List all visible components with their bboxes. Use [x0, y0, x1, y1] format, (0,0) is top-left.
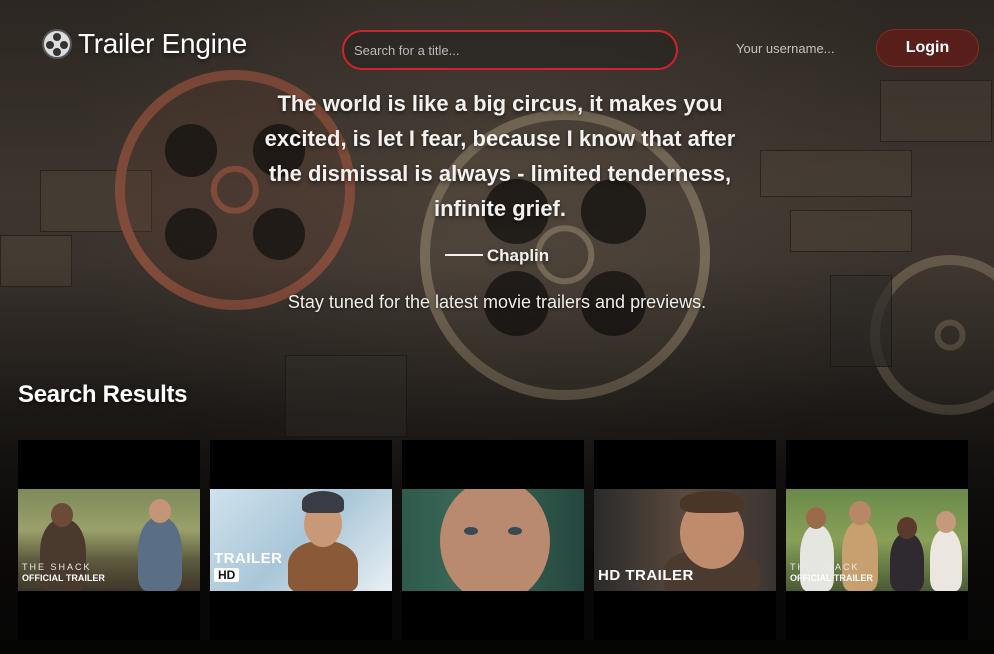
hd-badge: HD — [214, 568, 240, 582]
trailer-thumbnail: TRAILER HD — [210, 489, 392, 591]
quote-author-line: Chaplin — [0, 246, 994, 266]
login-button[interactable]: Login — [876, 29, 979, 67]
brand-logo[interactable]: Trailer Engine — [42, 28, 247, 60]
overlay-label: OFFICIAL TRAILER — [22, 573, 105, 583]
film-reel-icon — [42, 29, 72, 59]
search-results-heading: Search Results — [18, 381, 188, 408]
overlay-title: THE SHACK — [22, 562, 92, 572]
result-card[interactable]: THE SHACK OFFICIAL TRAILER — [18, 440, 200, 640]
quote-author: Chaplin — [486, 246, 550, 265]
trailer-thumbnail: THE SHACK OFFICIAL TRAILER — [18, 489, 200, 591]
overlay-label: OFFICIAL TRAILER — [790, 573, 873, 583]
result-card[interactable]: THE SHACK OFFICIAL TRAILER — [786, 440, 968, 640]
author-dash — [444, 253, 483, 256]
search-input[interactable] — [342, 30, 678, 70]
overlay-title: THE SHACK — [790, 562, 860, 572]
trailer-thumbnail: HD TRAILER — [594, 489, 776, 591]
trailer-thumbnail: THE SHACK OFFICIAL TRAILER — [786, 489, 968, 591]
username-input[interactable] — [726, 32, 866, 64]
result-card[interactable]: HD TRAILER — [594, 440, 776, 640]
trailer-thumbnail — [402, 489, 584, 591]
overlay-title: HD TRAILER — [598, 567, 694, 584]
hero-tagline: Stay tuned for the latest movie trailers… — [287, 292, 707, 312]
hero-quote: The world is like a big circus, it makes… — [264, 91, 736, 221]
top-navbar: Trailer Engine Login — [0, 0, 994, 96]
result-card[interactable] — [402, 440, 584, 640]
overlay-title: TRAILER — [214, 550, 283, 567]
app-title: Trailer Engine — [78, 28, 248, 59]
result-card[interactable]: TRAILER HD — [210, 440, 392, 640]
